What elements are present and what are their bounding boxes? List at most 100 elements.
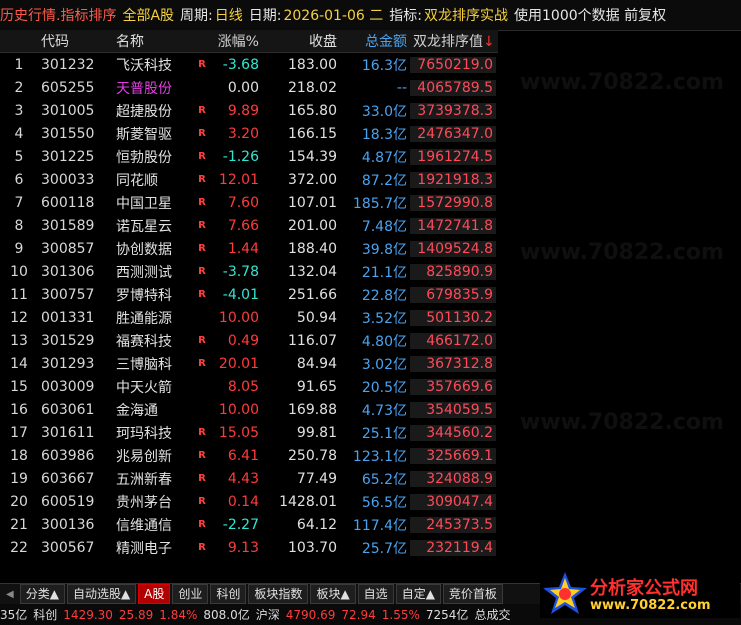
tab-5[interactable]: 板块指数 (248, 584, 309, 604)
table-row[interactable]: 5 301225 恒勃股份 R -1.26 154.39 4.87亿 1961274.5 (0, 145, 498, 168)
tab-9[interactable]: 竞价首板 (442, 584, 503, 604)
total-amount: 25.7亿 (361, 540, 407, 557)
total-amount: 39.8亿 (361, 241, 407, 258)
row-index: 1 (14, 56, 24, 73)
mode-label: 历史行情.指标排序 (0, 8, 117, 24)
row-index: 13 (10, 332, 28, 349)
change-pct: 20.01 (218, 355, 259, 372)
total-amount: 20.5亿 (361, 379, 407, 396)
total-amount: 33.0亿 (361, 103, 407, 120)
change-pct: 12.01 (218, 171, 259, 188)
header-name[interactable]: 名称 (108, 31, 190, 51)
close-price: 77.49 (296, 470, 337, 487)
header-amount[interactable]: 总金额 (340, 31, 410, 51)
row-index: 3 (14, 102, 24, 119)
table-row[interactable]: 1 301232 飞沃科技 R -3.68 183.00 16.3亿 7650219.0 (0, 53, 498, 76)
rank-value: 501130.2 (410, 309, 496, 326)
table-row[interactable]: 6 300033 同花顺 R 12.01 372.00 87.2亿 1921918.3 (0, 168, 498, 191)
total-amount: 21.1亿 (361, 264, 407, 281)
date-value[interactable]: 2026-01-06 二 (283, 5, 383, 25)
rank-value: 1409524.8 (410, 240, 496, 257)
table-row[interactable]: 16 603061 金海通 10.00 169.88 4.73亿 354059.5 (0, 398, 498, 421)
tab-6[interactable]: 板块▲ (310, 584, 356, 604)
change-pct: 9.89 (227, 102, 259, 119)
table-row[interactable]: 11 300757 罗博特科 R -4.01 251.66 22.8亿 679835.9 (0, 283, 498, 306)
row-index: 11 (10, 286, 28, 303)
close-price: 107.01 (288, 194, 337, 211)
header-close[interactable]: 收盘 (262, 31, 340, 51)
table-row[interactable]: 4 301550 斯菱智驱 R 3.20 166.15 18.3亿 2476347.0 (0, 122, 498, 145)
header-change[interactable]: 涨幅% (190, 31, 262, 51)
tab-2[interactable]: A股 (138, 584, 171, 604)
tab-3[interactable]: 创业 (172, 584, 209, 604)
close-price: 372.00 (288, 171, 337, 188)
tab-scroll-left-icon[interactable]: ◀ (0, 589, 20, 600)
close-price: 251.66 (288, 286, 337, 303)
row-index: 17 (10, 424, 28, 441)
rank-value: 1921918.3 (410, 171, 496, 188)
header-code[interactable]: 代码 (38, 31, 108, 51)
rating-badge: R (198, 289, 206, 300)
change-pct: -3.68 (222, 56, 259, 73)
table-row[interactable]: 22 300567 精测电子 R 9.13 103.70 25.7亿 232119.4 (0, 536, 498, 559)
table-row[interactable]: 15 003009 中天火箭 8.05 91.65 20.5亿 357669.6 (0, 375, 498, 398)
table-row[interactable]: 20 600519 贵州茅台 R 0.14 1428.01 56.5亿 309047.4 (0, 490, 498, 513)
table-row[interactable]: 10 301306 西测测试 R -3.78 132.04 21.1亿 825890.9 (0, 260, 498, 283)
stock-code: 300136 (41, 516, 95, 533)
close-price: 188.40 (288, 240, 337, 257)
rank-value: 232119.4 (410, 539, 496, 556)
total-amount: 4.80亿 (361, 333, 407, 350)
stock-code: 605255 (41, 79, 95, 96)
total-amount: 185.7亿 (352, 195, 407, 212)
header-rank[interactable]: 双龙排序值↓ (410, 31, 496, 51)
table-body: 1 301232 飞沃科技 R -3.68 183.00 16.3亿 7650219.0 2 60… (0, 53, 498, 559)
stock-code: 301232 (41, 56, 95, 73)
watermark-1: www.70822.com (520, 70, 724, 95)
tab-8[interactable]: 自定▲ (395, 584, 441, 604)
table-row[interactable]: 8 301589 诺瓦星云 R 7.66 201.00 7.48亿 1472741.8 (0, 214, 498, 237)
stock-code: 300567 (41, 539, 95, 556)
row-index: 10 (10, 263, 28, 280)
ticker-item1-pct: 1.84% (159, 607, 198, 622)
change-pct: -4.01 (222, 286, 259, 303)
tab-1[interactable]: 自动选股▲ (66, 584, 137, 604)
rank-value: 357669.6 (410, 378, 496, 395)
tab-7[interactable]: 自选 (357, 584, 394, 604)
rank-value: 7650219.0 (410, 56, 496, 73)
star-logo-icon (543, 572, 587, 614)
rank-value: 4065789.5 (410, 79, 496, 96)
close-price: 91.65 (296, 378, 337, 395)
table-row[interactable]: 12 001331 胜通能源 10.00 50.94 3.52亿 501130.2 (0, 306, 498, 329)
indicator-label: 指标: (389, 8, 422, 24)
rating-badge: R (198, 266, 206, 277)
change-pct: 0.14 (227, 493, 259, 510)
change-pct: 0.00 (227, 79, 259, 96)
table-row[interactable]: 21 300136 信维通信 R -2.27 64.12 117.4亿 245373.5 (0, 513, 498, 536)
stock-name: 信维通信 (116, 517, 172, 534)
row-index: 6 (14, 171, 24, 188)
table-row[interactable]: 17 301611 珂玛科技 R 15.05 99.81 25.1亿 344560.2 (0, 421, 498, 444)
ticker-item1-name[interactable]: 科创 (33, 606, 57, 623)
table-row[interactable]: 2 605255 天普股份 0.00 218.02 -- 4065789.5 (0, 76, 498, 99)
table-row[interactable]: 18 603986 兆易创新 R 6.41 250.78 123.1亿 325669.1 (0, 444, 498, 467)
rank-value: 367312.8 (410, 355, 496, 372)
ticker-item2-name[interactable]: 沪深 (256, 606, 280, 623)
indicator-value[interactable]: 双龙排序实战 (424, 5, 508, 25)
tab-0[interactable]: 分类▲ (19, 584, 65, 604)
period-value[interactable]: 日线 (215, 5, 243, 25)
watermark-text: www.70822.com (520, 410, 724, 435)
close-price: 132.04 (288, 263, 337, 280)
change-pct: 4.43 (227, 470, 259, 487)
total-amount: 87.2亿 (361, 172, 407, 189)
tab-4[interactable]: 科创 (210, 584, 247, 604)
market-selector[interactable]: 全部A股 (122, 5, 174, 25)
table-row[interactable]: 19 603667 五洲新春 R 4.43 77.49 65.2亿 324088.9 (0, 467, 498, 490)
table-row[interactable]: 9 300857 协创数据 R 1.44 188.40 39.8亿 1409524.8 (0, 237, 498, 260)
table-row[interactable]: 3 301005 超捷股份 R 9.89 165.80 33.0亿 3739378.3 (0, 99, 498, 122)
close-price: 250.78 (288, 447, 337, 464)
table-row[interactable]: 14 301293 三博脑科 R 20.01 84.94 3.02亿 367312.8 (0, 352, 498, 375)
change-pct: 3.20 (227, 125, 259, 142)
stock-code: 300033 (41, 171, 95, 188)
table-row[interactable]: 7 600118 中国卫星 R 7.60 107.01 185.7亿 1572990.8 (0, 191, 498, 214)
table-row[interactable]: 13 301529 福赛科技 R 0.49 116.07 4.80亿 466172.0 (0, 329, 498, 352)
